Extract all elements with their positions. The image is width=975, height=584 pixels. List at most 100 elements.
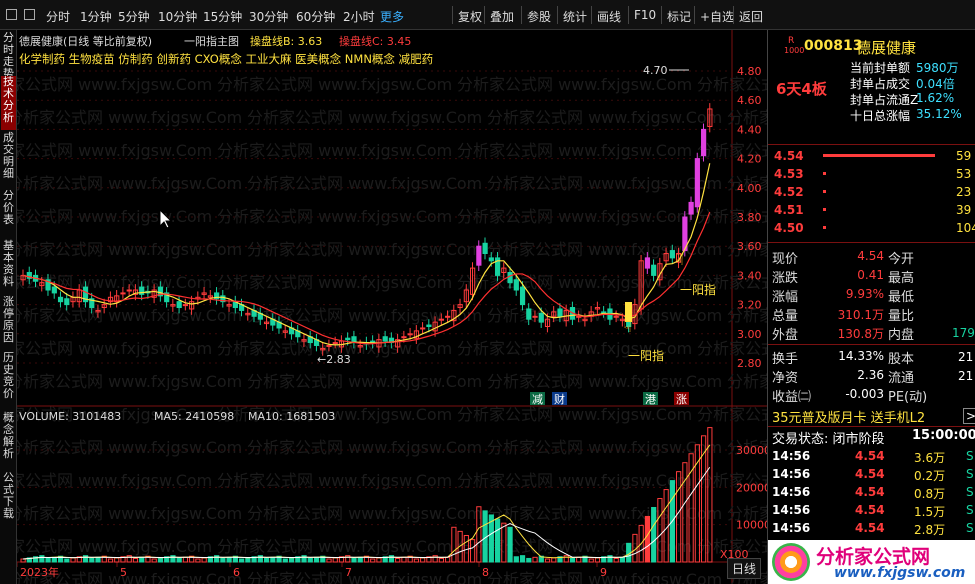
action-button-2[interactable]: 参股 <box>527 8 551 25</box>
volume-bar <box>51 556 57 563</box>
left-tab-5[interactable]: 涨停原因 <box>1 296 16 350</box>
promo-arrow[interactable]: > <box>963 408 975 424</box>
watermark-text: 分析家公式网 www.fxjgsw.Com <box>247 240 482 259</box>
quote-right-label: 内盘 <box>888 328 915 343</box>
date-tick-label: 5 <box>120 566 127 579</box>
period-button-4[interactable]: 15分钟 <box>203 8 242 25</box>
left-tab-4[interactable]: 基本资料 <box>1 240 16 294</box>
candle-body <box>407 333 413 336</box>
period-button[interactable]: 日线 <box>727 558 762 579</box>
vol-ma10-label: MA10: 1681503 <box>248 410 336 423</box>
low-price-label: ←2.83 <box>317 353 351 366</box>
tick-volume: 0.2万 <box>914 469 946 483</box>
volume-tick-label: 20000 <box>736 481 767 494</box>
tick-price: 4.54 <box>855 449 885 463</box>
quote-label: 涨跌 <box>772 271 799 286</box>
volume-bar <box>313 556 320 563</box>
candle-body <box>507 271 513 284</box>
flower-logo-icon <box>772 543 810 581</box>
seal-stat-value: 1.62% <box>916 91 955 105</box>
quote-right-value: 179 <box>952 326 975 340</box>
left-tab-3[interactable]: 分价表 <box>1 190 16 236</box>
volume-bar <box>307 557 313 563</box>
tick-price: 4.54 <box>855 521 885 535</box>
quote-value: 310.1万 <box>837 308 884 322</box>
more-button[interactable]: 更多 <box>380 8 404 25</box>
period-button-3[interactable]: 10分钟 <box>158 8 197 25</box>
left-tab-2[interactable]: 成交明细 <box>1 132 16 186</box>
fund-label: 收益㈡ <box>772 390 812 405</box>
volume-bar <box>388 555 395 563</box>
quote-label: 现价 <box>772 252 799 267</box>
left-tab-6[interactable]: 历史竞价 <box>1 352 16 408</box>
action-button-5[interactable]: F10 <box>634 8 656 22</box>
hand-pointer-icon: ☟ <box>675 251 684 269</box>
watermark-text: 分析家公式网 www.fxjgsw.Com <box>247 438 482 457</box>
quote-value: 9.93% <box>845 287 884 301</box>
action-button-0[interactable]: 复权 <box>458 8 482 25</box>
left-tab-8[interactable]: 公式下载 <box>1 472 16 528</box>
watermark-text: 分析家公式网 www.fxjgsw.Com <box>487 372 722 391</box>
period-button-7[interactable]: 2小时 <box>343 8 375 25</box>
period-button-6[interactable]: 60分钟 <box>296 8 335 25</box>
period-button-2[interactable]: 5分钟 <box>118 8 150 25</box>
quote-value: 130.8万 <box>837 327 884 341</box>
indicator-name[interactable]: 一阳指主图 <box>184 33 239 49</box>
candle-body <box>382 336 388 342</box>
layout-square-icon[interactable] <box>24 9 35 20</box>
left-tab-7[interactable]: 概念解析 <box>1 412 16 468</box>
fund-right-value: 21 <box>958 369 974 383</box>
panel-divider <box>768 344 975 345</box>
action-button-3[interactable]: 统计 <box>563 8 587 25</box>
kline-chart-area[interactable]: 分析家公式网 www.fxjgsw.Com 分析家公式网 www.fxjgsw.C… <box>17 30 767 584</box>
tick-volume: 2.8万 <box>914 523 946 537</box>
watermark-text: 分析家公式网 www.fxjgsw.Com <box>487 174 722 193</box>
menu-square-icon[interactable] <box>6 9 17 20</box>
seal-stat-label: 封单占成交 <box>850 77 911 91</box>
period-button-5[interactable]: 30分钟 <box>249 8 288 25</box>
action-button-7[interactable]: +自选 <box>700 8 734 25</box>
watermark-text: 分析家公式网 www.fxjgsw.Com <box>17 372 242 391</box>
tick-time: 14:56 <box>772 503 811 517</box>
action-button-8[interactable]: 返回 <box>739 8 763 25</box>
bid-depth-bar <box>823 226 826 229</box>
price-tick-label: 4.00 <box>737 182 762 195</box>
candle-body <box>669 250 675 259</box>
candle-body <box>651 264 657 276</box>
candle-body <box>176 301 182 309</box>
action-button-1[interactable]: 叠加 <box>490 8 514 25</box>
left-tab-0[interactable]: 分时走势 <box>1 32 16 80</box>
market-badge: R <box>788 36 795 46</box>
volume-bar <box>64 558 70 563</box>
fund-value: 14.33% <box>838 349 884 363</box>
bid-qty: 23 <box>956 185 972 199</box>
volume-bar <box>89 557 95 563</box>
watermark-text: 分析家公式网 www.fxjgsw.Com <box>457 75 692 94</box>
period-button-1[interactable]: 1分钟 <box>80 8 112 25</box>
kline-chart-svg[interactable]: 分析家公式网 www.fxjgsw.Com 分析家公式网 www.fxjgsw.C… <box>17 30 767 584</box>
tick-side: S <box>966 521 974 535</box>
price-tick-label: 2.80 <box>737 357 762 370</box>
tick-volume: 0.8万 <box>914 487 946 501</box>
period-button-0[interactable]: 分时 <box>46 8 70 25</box>
volume-bar <box>507 526 513 563</box>
volume-bar <box>519 555 526 563</box>
candle-body <box>601 311 607 314</box>
bid-price: 4.50 <box>774 221 804 235</box>
bid-qty: 59 <box>956 149 972 163</box>
watermark-text: 分析家公式网 www.fxjgsw.Com <box>457 141 692 160</box>
tick-price: 4.54 <box>855 503 885 517</box>
volume-bar <box>288 557 295 563</box>
promo-banner[interactable]: 35元普及版月卡 送手机L2 <box>772 407 925 426</box>
action-button-6[interactable]: 标记 <box>667 8 691 25</box>
watermark-text: 分析家公式网 www.fxjgsw.Com <box>457 207 692 226</box>
tick-volume: 1.5万 <box>914 505 946 519</box>
tick-price: 4.54 <box>855 467 885 481</box>
volume-bar <box>569 557 576 563</box>
action-button-4[interactable]: 画线 <box>597 8 621 25</box>
candle-body <box>538 312 544 323</box>
price-tick-label: 3.20 <box>737 299 762 312</box>
bid-depth-bar <box>823 172 826 175</box>
trade-status-time: 15:00:00 <box>912 428 975 443</box>
left-tab-1[interactable]: 技术分析 <box>1 76 16 130</box>
